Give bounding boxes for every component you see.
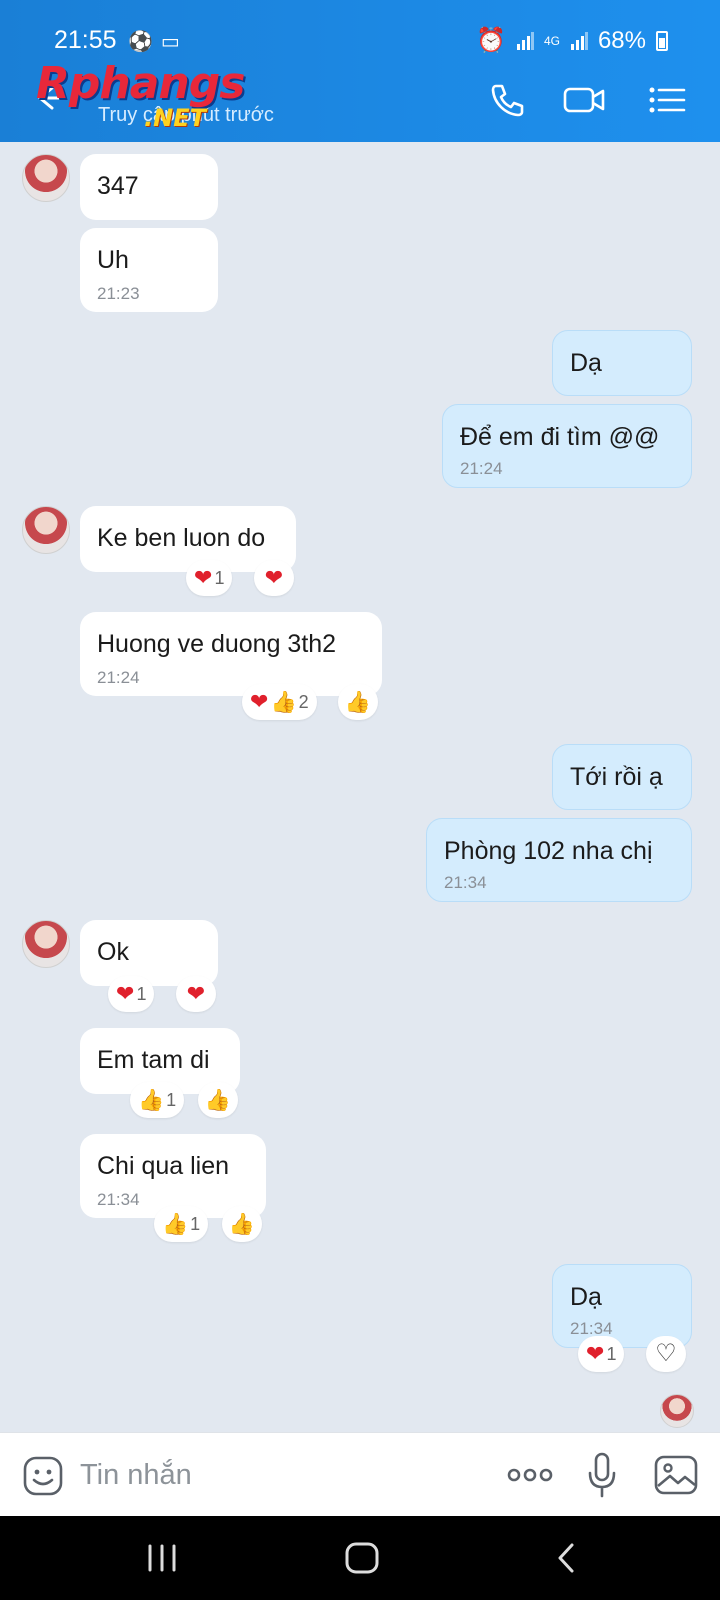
message-bubble[interactable]: Tới rồi ạ: [552, 744, 692, 810]
soccer-icon: ⚽: [128, 31, 153, 53]
heart-icon: ❤: [586, 1341, 605, 1366]
watermark-logo-suffix: .NET: [144, 104, 206, 132]
status-time: 21:55: [54, 26, 117, 54]
reaction-count: 1: [166, 1089, 177, 1110]
heart-icon: ❤: [264, 565, 284, 590]
message-time: 21:34: [97, 1190, 140, 1209]
sticker-icon[interactable]: [22, 1455, 64, 1497]
back-icon[interactable]: [548, 1540, 588, 1576]
message-time: 21:34: [444, 873, 487, 892]
message-text: Huong ve duong 3th2: [97, 630, 337, 658]
network-type: 4G: [543, 33, 560, 48]
reaction-count: 1: [606, 1343, 617, 1364]
message-time: 21:23: [97, 284, 140, 303]
message-time: 21:24: [460, 459, 503, 478]
thumbs-up-icon: 👍: [138, 1088, 165, 1112]
more-options-icon[interactable]: [506, 1463, 554, 1487]
signal-icon: [516, 31, 534, 50]
microphone-icon[interactable]: [586, 1451, 618, 1499]
react-button[interactable]: ♡: [646, 1336, 686, 1372]
message-bubble[interactable]: Để em đi tìm @@ 21:24: [442, 404, 692, 488]
contact-avatar[interactable]: [22, 920, 70, 968]
seen-avatar: [660, 1394, 694, 1428]
video-call-icon[interactable]: [562, 78, 606, 122]
chat-header: Truy cập phút trước Rphangs .NET: [0, 58, 720, 142]
message-text: Phòng 102 nha chị: [444, 837, 653, 865]
battery-percent: 68%: [597, 26, 646, 54]
alarm-icon: ⏰: [476, 27, 506, 54]
reaction-summary[interactable]: 👍 1: [154, 1206, 209, 1242]
message-text: Ok: [97, 938, 129, 966]
battery-icon: [656, 30, 668, 51]
react-button[interactable]: 👍: [222, 1206, 262, 1242]
reaction-count: 1: [136, 983, 147, 1004]
message-bubble[interactable]: Dạ: [552, 330, 692, 396]
react-button[interactable]: 👍: [338, 684, 378, 720]
message-text: Ke ben luon do: [97, 524, 266, 552]
thumbs-up-icon: 👍: [228, 1212, 256, 1236]
chat-message-list[interactable]: 347 Uh 21:23 Dạ Để em đi tìm @@ 21:24 Ke…: [0, 142, 720, 1432]
reaction-count: 1: [190, 1213, 201, 1234]
contact-avatar[interactable]: [22, 154, 70, 202]
thumbs-up-icon: 👍: [162, 1212, 189, 1236]
message-text: Để em đi tìm @@: [460, 423, 660, 451]
react-button[interactable]: 👍: [198, 1082, 238, 1118]
message-composer: Tin nhắn: [0, 1432, 720, 1516]
reaction-summary[interactable]: ❤ 1: [578, 1336, 625, 1372]
reaction-count: 2: [298, 691, 309, 712]
message-text: Chi qua lien: [97, 1152, 230, 1180]
message-text: Dạ: [570, 1283, 602, 1311]
message-time: 21:24: [97, 668, 140, 687]
message-text: Dạ: [570, 349, 602, 377]
watermark-logo: Rphangs: [36, 58, 245, 109]
heart-icon: ❤: [116, 981, 135, 1006]
heart-icon: ❤: [250, 689, 269, 714]
reaction-count: 1: [214, 567, 225, 588]
status-right: ⏰ 4G 68%: [476, 26, 668, 55]
message-text: Em tam di: [97, 1046, 210, 1074]
phone-call-icon[interactable]: [486, 78, 530, 122]
thumbs-up-icon: 👍: [204, 1088, 232, 1112]
reaction-summary[interactable]: ❤ 1: [108, 976, 155, 1012]
reaction-summary[interactable]: 👍 1: [130, 1082, 185, 1118]
menu-list-icon[interactable]: [646, 78, 690, 122]
status-bar: 21:55 ⚽ ▭ ⏰ 4G 68%: [0, 0, 720, 58]
status-notification-icons: ⚽ ▭: [128, 29, 180, 54]
react-button[interactable]: ❤: [176, 976, 216, 1012]
message-text: Uh: [97, 246, 129, 274]
heart-icon: ❤: [186, 981, 206, 1006]
messenger-icon: ▭: [160, 31, 180, 53]
thumbs-up-icon: 👍: [344, 690, 372, 714]
reaction-summary[interactable]: ❤ 1: [186, 560, 233, 596]
system-navigation-bar: [0, 1516, 720, 1600]
heart-icon: ❤: [194, 565, 213, 590]
contact-avatar[interactable]: [22, 506, 70, 554]
gallery-icon[interactable]: [654, 1455, 698, 1495]
heart-outline-icon: ♡: [655, 1340, 677, 1367]
react-button[interactable]: ❤: [254, 560, 294, 596]
recent-apps-icon[interactable]: [142, 1540, 182, 1576]
reaction-summary[interactable]: ❤ 👍 2: [242, 684, 317, 720]
message-bubble[interactable]: Phòng 102 nha chị 21:34: [426, 818, 692, 902]
message-text: 347: [97, 172, 139, 200]
message-bubble[interactable]: 347: [80, 154, 218, 220]
message-bubble[interactable]: Huong ve duong 3th2 21:24: [80, 612, 382, 696]
message-text: Tới rồi ạ: [570, 763, 663, 791]
message-bubble[interactable]: Uh 21:23: [80, 228, 218, 312]
thumbs-up-icon: 👍: [270, 690, 297, 714]
signal-icon-2: [570, 31, 588, 50]
message-input[interactable]: Tin nhắn: [80, 1459, 192, 1492]
home-icon[interactable]: [342, 1540, 382, 1576]
